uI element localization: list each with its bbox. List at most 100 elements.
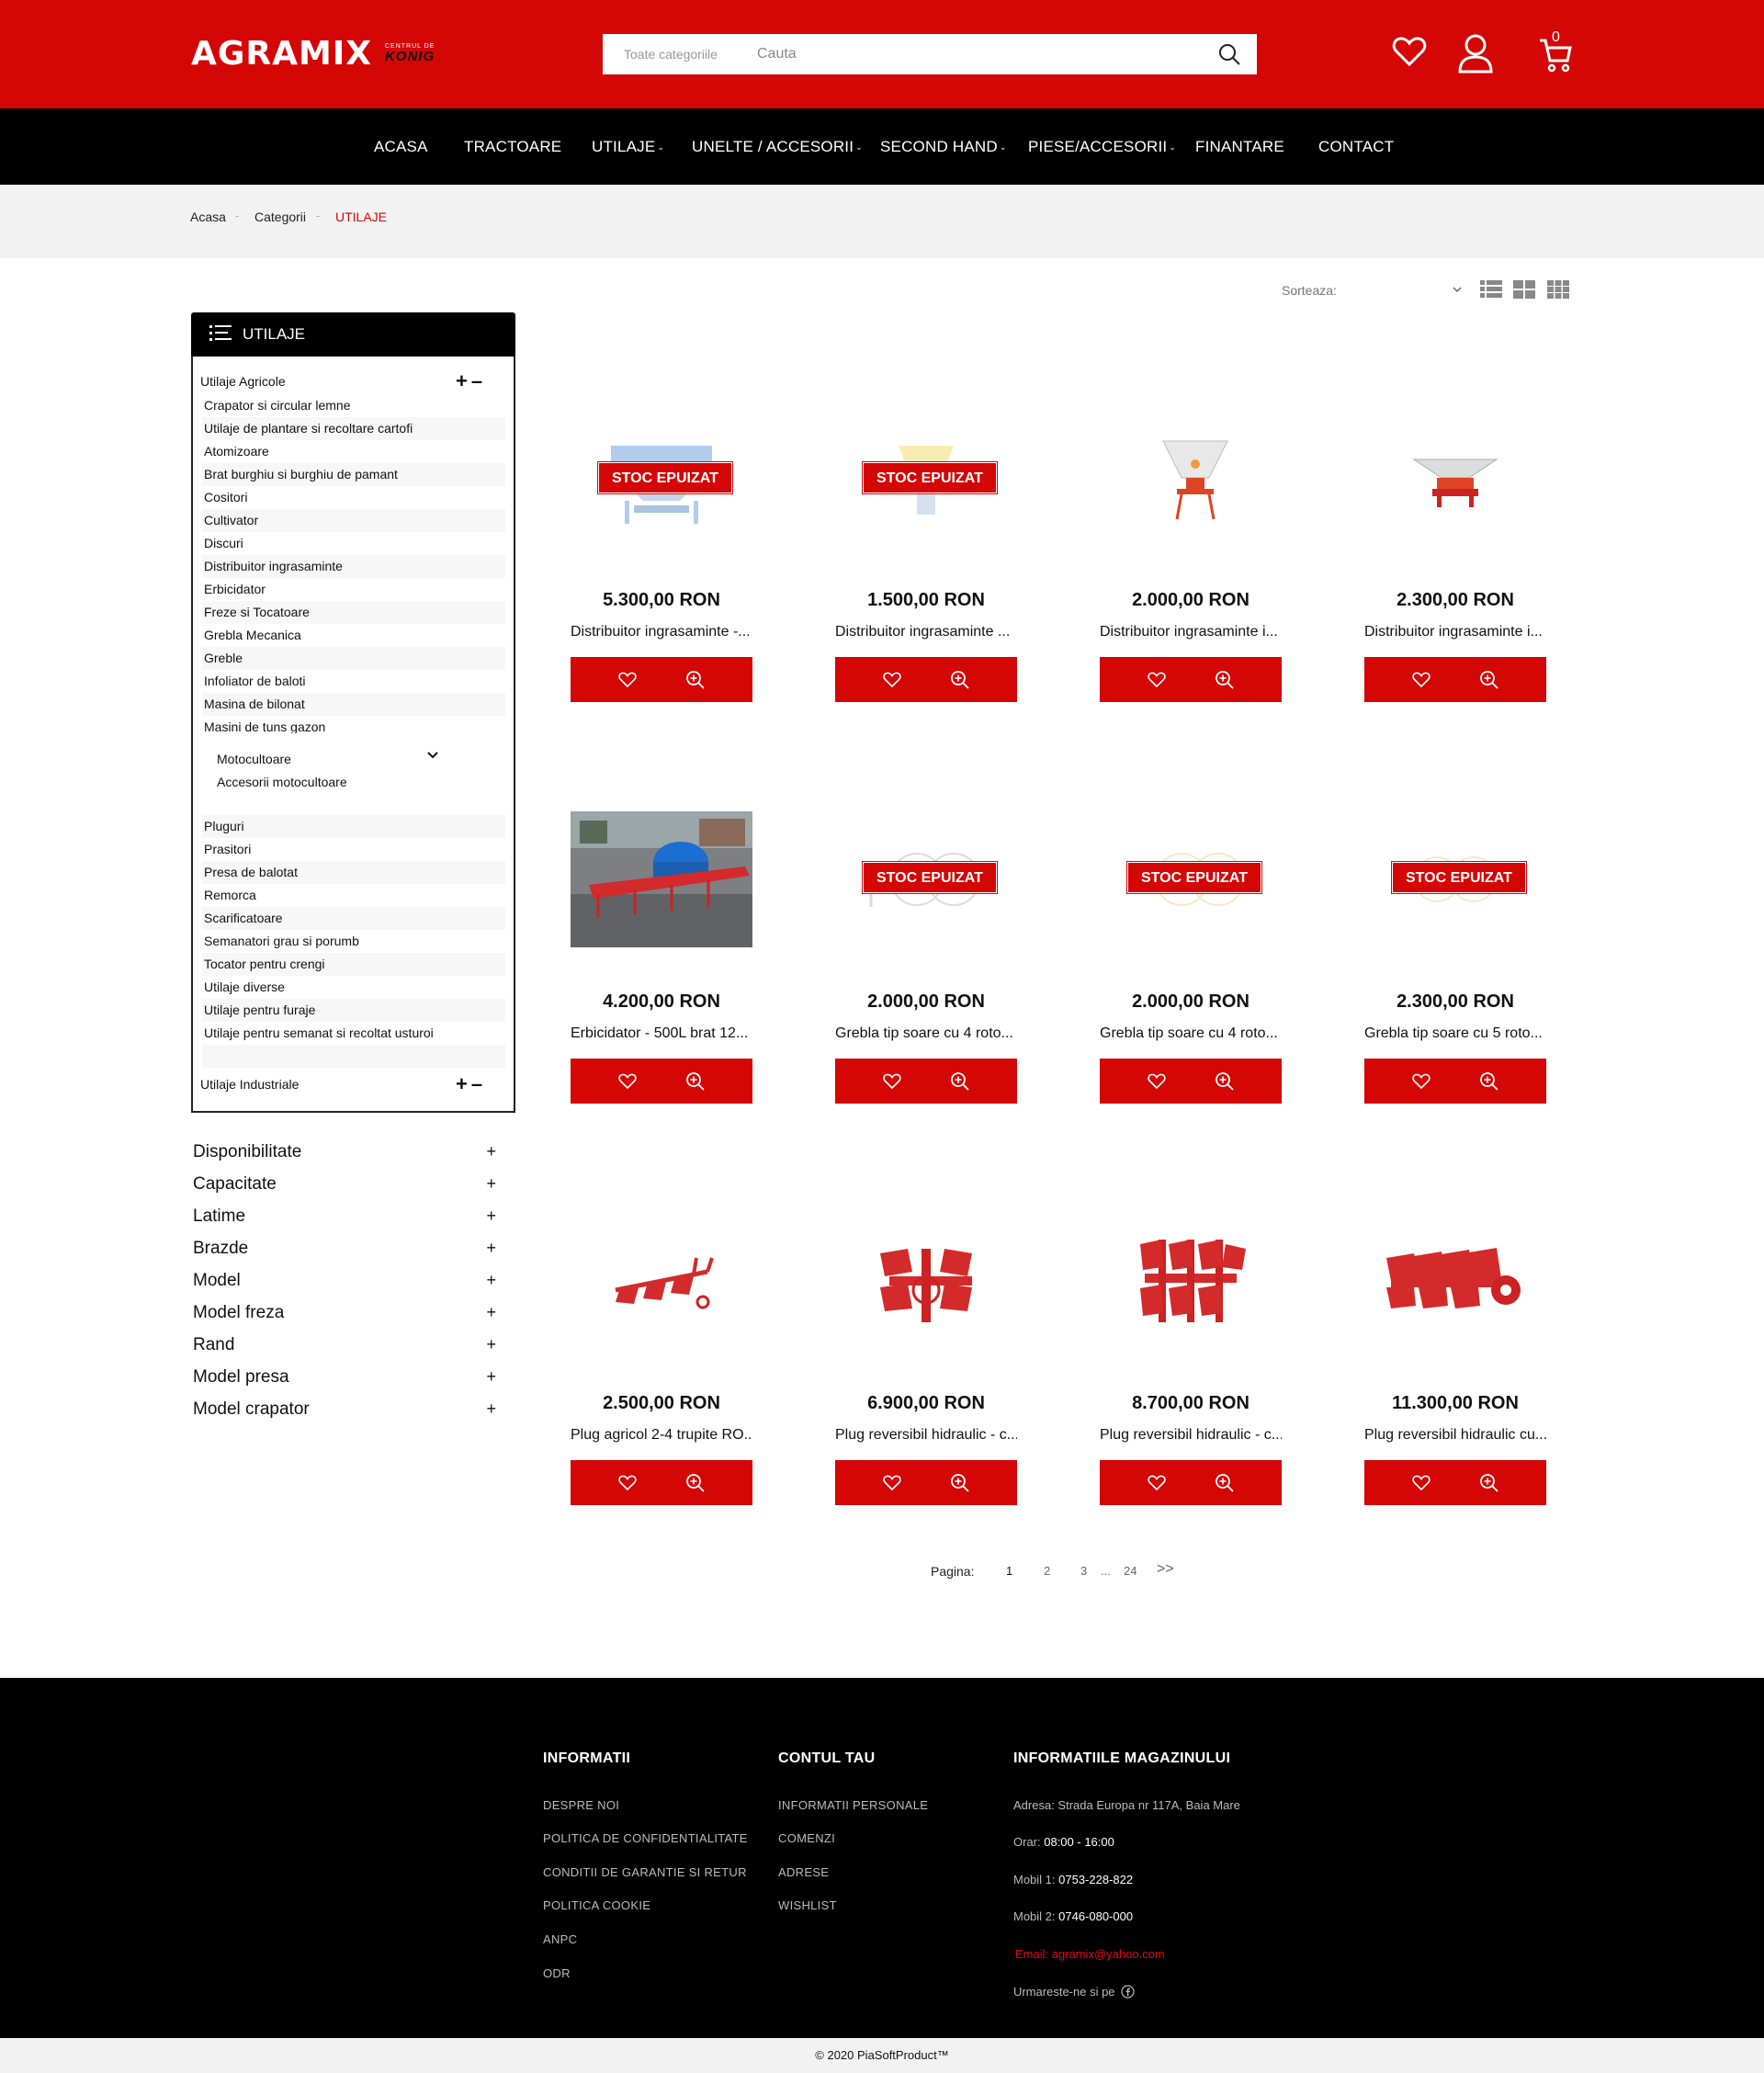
- wishlist-heart-icon[interactable]: [1409, 668, 1433, 692]
- wishlist-heart-icon[interactable]: [616, 1471, 639, 1495]
- wishlist-heart-icon[interactable]: [880, 1070, 904, 1093]
- footer-link[interactable]: POLITICA COOKIE: [543, 1898, 650, 1912]
- footer-link[interactable]: ODR: [543, 1966, 571, 1980]
- product-name[interactable]: Distribuitor ingrasaminte i...: [1364, 624, 1546, 640]
- filter-brazde[interactable]: Brazde +: [193, 1239, 496, 1259]
- wishlist-heart-icon[interactable]: [880, 1471, 904, 1495]
- filter-model-presa[interactable]: Model presa +: [193, 1367, 496, 1388]
- product-name[interactable]: Distribuitor ingrasaminte i...: [1100, 624, 1282, 640]
- nav-contact[interactable]: CONTACT: [1318, 108, 1394, 185]
- product-image[interactable]: [1100, 1212, 1282, 1350]
- product-image[interactable]: STOC EPUIZAT: [571, 409, 752, 547]
- wishlist-heart-icon[interactable]: [1145, 1471, 1169, 1495]
- category-item[interactable]: Utilaje pentru semanat si recoltat ustur…: [202, 1022, 505, 1045]
- zoom-in-icon[interactable]: [1213, 668, 1237, 692]
- site-logo[interactable]: AGRAMIX CENTRUL DE KONIG: [191, 35, 435, 73]
- store-mobile-2-value[interactable]: 0746-080-000: [1058, 1909, 1133, 1923]
- expand-collapse-toggle[interactable]: +–: [456, 1072, 486, 1096]
- grid-2-view-icon[interactable]: [1513, 280, 1535, 303]
- nav-tractoare[interactable]: TRACTOARE: [464, 108, 561, 185]
- wishlist-heart-icon[interactable]: [1145, 1070, 1169, 1093]
- wishlist-heart-icon[interactable]: [616, 668, 639, 692]
- product-name[interactable]: Grebla tip soare cu 4 roto...: [1100, 1025, 1282, 1042]
- filter-model-freza[interactable]: Model freza +: [193, 1303, 496, 1323]
- product-name[interactable]: Plug reversibil hidraulic - c...: [1100, 1427, 1282, 1444]
- category-item[interactable]: Atomizoare: [202, 440, 505, 463]
- product-name[interactable]: Plug agricol 2-4 trupite RO...: [571, 1427, 752, 1444]
- category-item[interactable]: Semanatori grau si porumb: [202, 930, 505, 953]
- zoom-in-icon[interactable]: [684, 1471, 707, 1495]
- category-item[interactable]: Presa de balotat: [202, 861, 505, 884]
- zoom-in-icon[interactable]: [1213, 1471, 1237, 1495]
- category-item[interactable]: Utilaje de plantare si recoltare cartofi: [202, 417, 505, 440]
- category-group-utilaje-industriale[interactable]: Utilaje Industriale: [200, 1077, 299, 1092]
- category-item[interactable]: Cultivator: [202, 509, 505, 532]
- expand-collapse-toggle[interactable]: +–: [456, 369, 486, 393]
- category-item[interactable]: Distribuitor ingrasaminte: [202, 555, 505, 578]
- zoom-in-icon[interactable]: [948, 1471, 972, 1495]
- footer-link[interactable]: ANPC: [543, 1932, 577, 1946]
- breadcrumb-home[interactable]: Acasa: [190, 210, 226, 224]
- category-item[interactable]: Greble: [202, 647, 505, 670]
- filter-model[interactable]: Model +: [193, 1271, 496, 1291]
- search-icon[interactable]: [1202, 34, 1257, 74]
- product-image[interactable]: STOC EPUIZAT: [1364, 810, 1546, 948]
- chevron-down-icon[interactable]: [426, 748, 439, 765]
- zoom-in-icon[interactable]: [684, 1070, 707, 1093]
- category-item[interactable]: Cositori: [202, 486, 505, 509]
- heart-icon[interactable]: [1391, 33, 1428, 74]
- page-link[interactable]: 3: [1080, 1564, 1087, 1578]
- nav-unelte-accesorii[interactable]: UNELTE / ACCESORII ⌄: [692, 108, 863, 185]
- category-item[interactable]: Grebla Mecanica: [202, 624, 505, 647]
- nav-acasa[interactable]: ACASA: [374, 108, 428, 185]
- category-item[interactable]: Crapator si circular lemne: [202, 394, 505, 417]
- product-name[interactable]: Distribuitor ingrasaminte -...: [571, 624, 752, 640]
- page-link-current[interactable]: 1: [1006, 1564, 1012, 1578]
- category-item[interactable]: Remorca: [202, 884, 505, 907]
- product-image[interactable]: [1364, 1212, 1546, 1350]
- category-item[interactable]: Pluguri: [202, 815, 505, 838]
- footer-link[interactable]: POLITICA DE CONFIDENTIALITATE: [543, 1831, 748, 1845]
- category-item[interactable]: Utilaje diverse: [202, 976, 505, 999]
- product-name[interactable]: Grebla tip soare cu 5 roto...: [1364, 1025, 1546, 1042]
- user-icon[interactable]: [1457, 33, 1494, 78]
- wishlist-heart-icon[interactable]: [616, 1070, 639, 1093]
- zoom-in-icon[interactable]: [948, 1070, 972, 1093]
- product-image[interactable]: [571, 1212, 752, 1350]
- store-email[interactable]: Email: agramix@yahoo.com: [1015, 1947, 1165, 1961]
- product-name[interactable]: Distribuitor ingrasaminte ...: [835, 624, 1017, 640]
- footer-link[interactable]: WISHLIST: [778, 1898, 837, 1912]
- category-item[interactable]: Brat burghiu si burghiu de pamant: [202, 463, 505, 486]
- facebook-icon[interactable]: [1121, 1985, 1135, 2001]
- filter-capacitate[interactable]: Capacitate +: [193, 1174, 496, 1195]
- category-item-motocultoare[interactable]: Motocultoare: [217, 752, 291, 766]
- category-item[interactable]: Erbicidator: [202, 578, 505, 601]
- wishlist-heart-icon[interactable]: [1409, 1471, 1433, 1495]
- zoom-in-icon[interactable]: [1477, 1471, 1501, 1495]
- zoom-in-icon[interactable]: [948, 668, 972, 692]
- zoom-in-icon[interactable]: [1477, 1070, 1501, 1093]
- page-link-last[interactable]: 24: [1124, 1564, 1136, 1578]
- next-page-icon[interactable]: >>: [1157, 1561, 1174, 1578]
- filter-rand[interactable]: Rand +: [193, 1335, 496, 1355]
- filter-latime[interactable]: Latime +: [193, 1206, 496, 1227]
- category-item-accesorii-motocultoare[interactable]: Accesorii motocultoare: [217, 775, 347, 789]
- wishlist-heart-icon[interactable]: [1145, 668, 1169, 692]
- search-input[interactable]: [757, 36, 1202, 73]
- nav-second-hand[interactable]: SECOND HAND ⌄: [880, 108, 1007, 185]
- category-item[interactable]: Masina de bilonat: [202, 693, 505, 716]
- grid-3-view-icon[interactable]: [1547, 280, 1569, 303]
- product-name[interactable]: Plug reversibil hidraulic - c...: [835, 1427, 1017, 1444]
- zoom-in-icon[interactable]: [1477, 668, 1501, 692]
- category-item[interactable]: Discuri: [202, 532, 505, 555]
- footer-link[interactable]: COMENZI: [778, 1831, 835, 1845]
- category-item[interactable]: Tocator pentru crengi: [202, 953, 505, 976]
- nav-piese-accesorii[interactable]: PIESE/ACCESORII ⌄: [1028, 108, 1176, 185]
- category-item[interactable]: Utilaje pentru furaje: [202, 999, 505, 1022]
- wishlist-heart-icon[interactable]: [1409, 1070, 1433, 1093]
- footer-link[interactable]: DESPRE NOI: [543, 1798, 619, 1812]
- category-item[interactable]: Prasitori: [202, 838, 505, 861]
- category-item[interactable]: Infoliator de baloti: [202, 670, 505, 693]
- filter-model-crapator[interactable]: Model crapator +: [193, 1399, 496, 1420]
- product-name[interactable]: Plug reversibil hidraulic cu...: [1364, 1427, 1546, 1444]
